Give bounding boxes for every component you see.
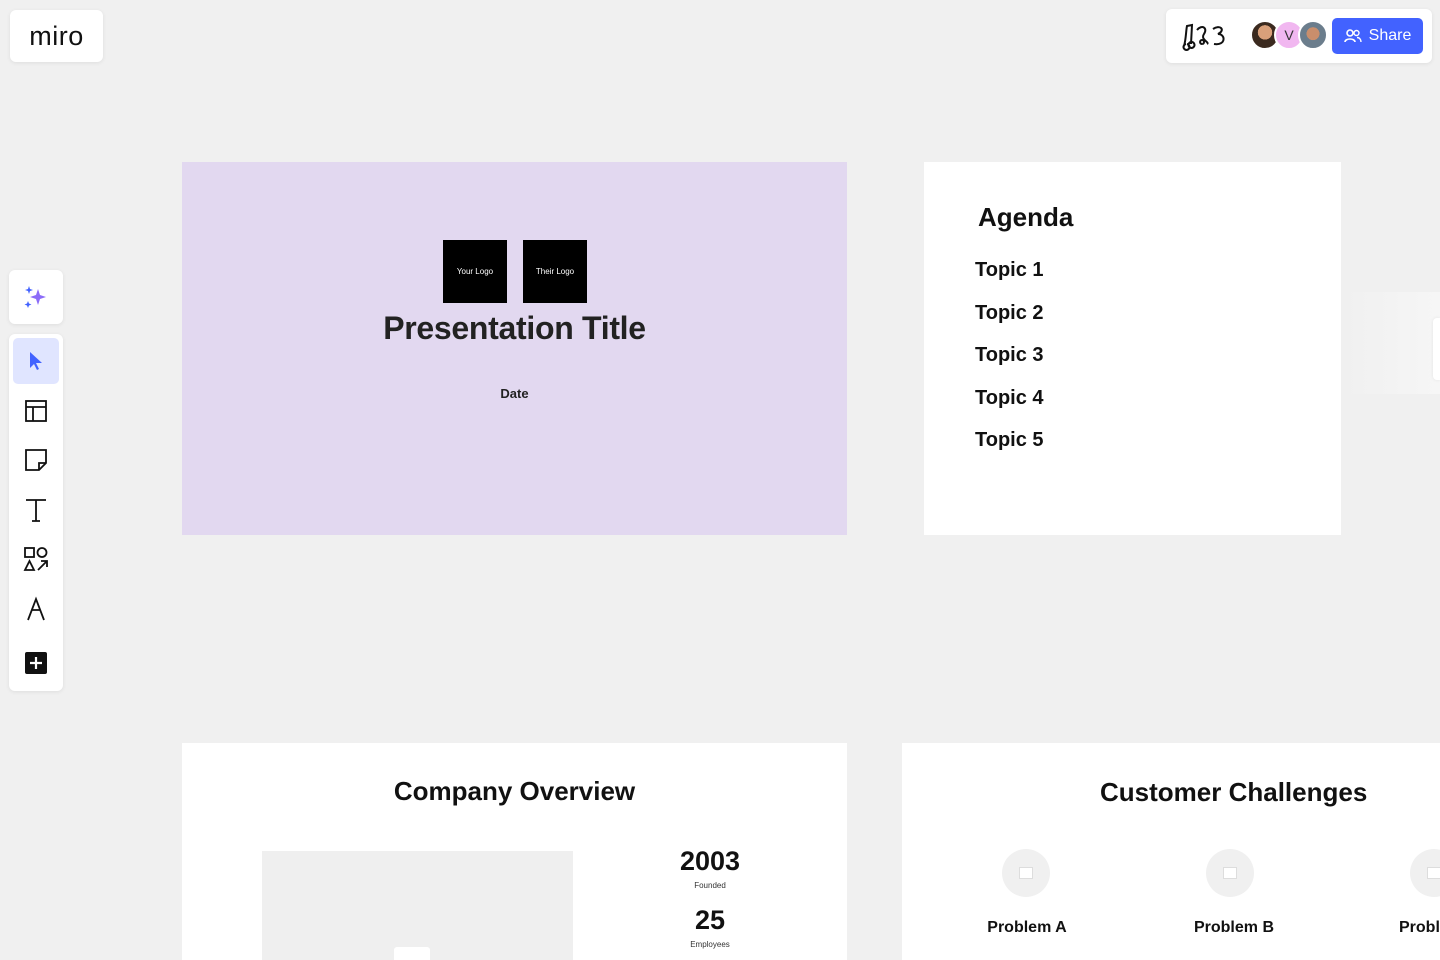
cursor-icon: [30, 352, 42, 370]
their-logo-placeholder[interactable]: Their Logo: [523, 240, 587, 303]
pen-tool[interactable]: [13, 586, 59, 632]
avatar-initial: V: [1284, 27, 1294, 43]
problem-label[interactable]: Probl: [1399, 919, 1440, 937]
people-icon: [1343, 29, 1362, 43]
stat-label[interactable]: Employees: [650, 940, 770, 949]
shapes-tool[interactable]: [13, 536, 59, 582]
select-tool[interactable]: [13, 338, 59, 384]
challenges-title[interactable]: Customer Challenges: [1100, 777, 1367, 808]
stat-label[interactable]: Founded: [650, 881, 770, 890]
plus-square-icon: [25, 652, 47, 674]
stat-value[interactable]: 25: [650, 905, 770, 936]
presentation-date[interactable]: Date: [182, 386, 847, 401]
image-placeholder[interactable]: [262, 851, 573, 960]
image-icon: [1223, 867, 1237, 879]
problem-icon-circle[interactable]: [1206, 849, 1254, 897]
collapsed-panel-handle[interactable]: [1433, 318, 1440, 380]
left-toolbar: [9, 334, 63, 691]
text-tool[interactable]: [13, 487, 59, 533]
image-placeholder-icon: [394, 947, 430, 960]
board-doodle-icon[interactable]: [1180, 20, 1232, 52]
their-logo-label: Their Logo: [535, 267, 575, 276]
sticky-note-icon: [25, 449, 47, 471]
miro-logo[interactable]: miro: [10, 10, 103, 62]
shapes-icon: [23, 547, 48, 571]
your-logo-placeholder[interactable]: Your Logo: [443, 240, 507, 303]
sticky-note-tool[interactable]: [13, 437, 59, 483]
problem-label[interactable]: Problem B: [1164, 919, 1304, 937]
agenda-item[interactable]: Topic 2: [975, 302, 1044, 325]
ai-assist-button[interactable]: [9, 270, 63, 324]
agenda-item[interactable]: Topic 3: [975, 344, 1044, 367]
problem-icon-circle[interactable]: [1410, 849, 1440, 897]
company-overview-frame[interactable]: Company Overview 2003 Founded 25 Employe…: [182, 743, 847, 960]
collaboration-panel: V Share: [1166, 9, 1432, 63]
offscreen-frame-edge: [1342, 292, 1440, 394]
title-slide-frame[interactable]: Your Logo Their Logo Presentation Title …: [182, 162, 847, 535]
collaborator-avatars[interactable]: V: [1250, 20, 1330, 52]
share-button[interactable]: Share: [1332, 18, 1423, 54]
overview-title[interactable]: Company Overview: [182, 776, 847, 807]
image-icon: [1019, 867, 1033, 879]
image-icon: [1427, 867, 1440, 879]
agenda-item[interactable]: Topic 5: [975, 429, 1044, 452]
problem-icon-circle[interactable]: [1002, 849, 1050, 897]
share-label: Share: [1368, 27, 1412, 44]
agenda-title[interactable]: Agenda: [978, 202, 1073, 233]
layout-icon: [25, 400, 47, 422]
customer-challenges-frame[interactable]: Customer Challenges Problem A Problem B …: [902, 743, 1440, 960]
stat-value[interactable]: 2003: [650, 846, 770, 877]
agenda-item[interactable]: Topic 1: [975, 259, 1044, 282]
problem-label[interactable]: Problem A: [957, 919, 1097, 937]
pen-icon: [27, 596, 45, 621]
sparkles-icon: [24, 286, 46, 308]
more-tools-button[interactable]: [13, 640, 59, 686]
agenda-frame[interactable]: Agenda Topic 1 Topic 2 Topic 3 Topic 4 T…: [924, 162, 1341, 535]
presentation-title[interactable]: Presentation Title: [182, 310, 847, 347]
templates-tool[interactable]: [13, 388, 59, 434]
agenda-item[interactable]: Topic 4: [975, 387, 1044, 410]
your-logo-label: Your Logo: [456, 267, 494, 276]
text-icon: [26, 499, 46, 522]
logo-text: miro: [29, 20, 84, 51]
avatar[interactable]: [1298, 20, 1328, 50]
